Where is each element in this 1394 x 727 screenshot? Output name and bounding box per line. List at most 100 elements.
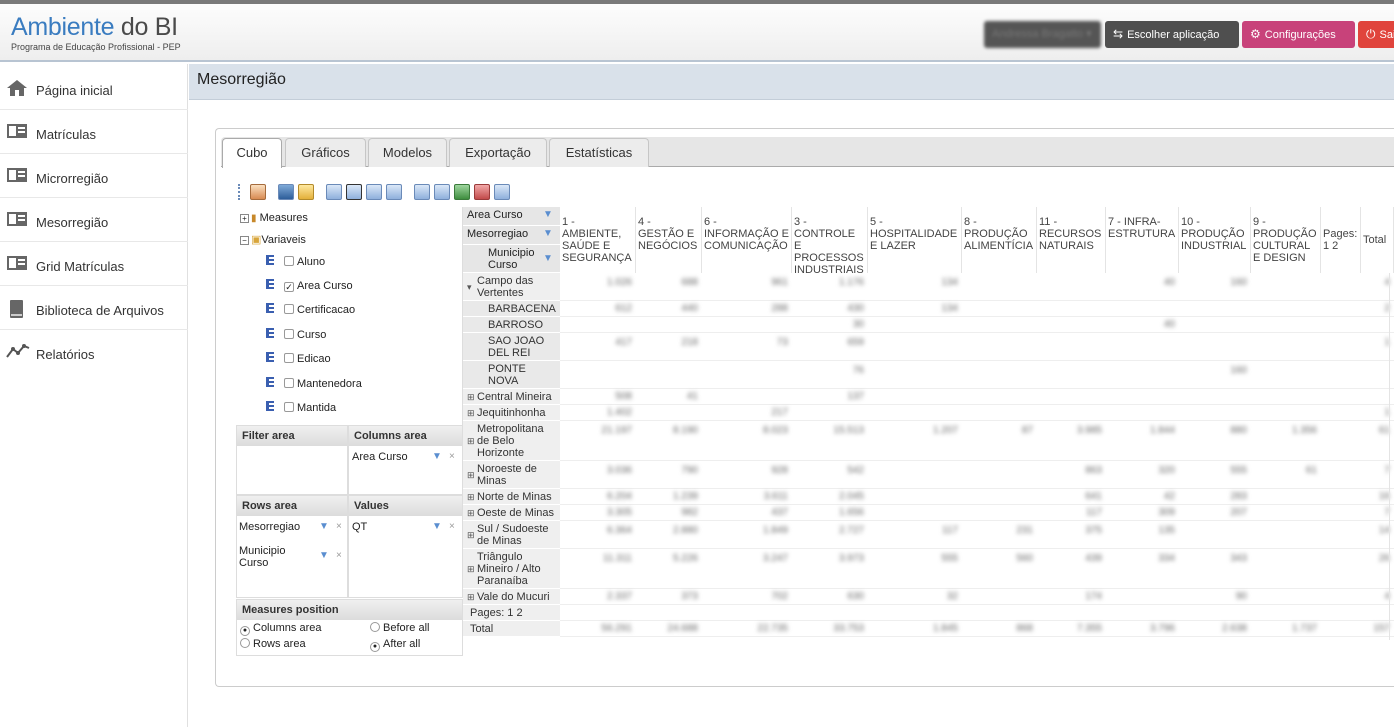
value-cell[interactable]: 14 (1361, 525, 1390, 536)
filter-icon[interactable]: ▼ (319, 550, 329, 562)
radio[interactable] (370, 622, 380, 632)
field-checkbox[interactable] (284, 329, 294, 339)
table-view-icon[interactable] (386, 184, 402, 200)
value-cell[interactable]: 1.239 (636, 491, 698, 502)
radio-columns-area[interactable]: ● Columns area (240, 622, 321, 636)
radio-selected[interactable]: ● (370, 642, 380, 652)
value-cell[interactable]: 3.611 (702, 491, 788, 502)
expand-icon[interactable]: ⊞ (467, 563, 475, 575)
value-cell[interactable]: 1.356 (1251, 425, 1317, 436)
value-cell[interactable]: 76 (792, 365, 864, 376)
value-cell[interactable]: 375 (1037, 525, 1102, 536)
value-cell[interactable]: 1 (1361, 407, 1390, 418)
column-header[interactable]: 9 - PRODUÇÃO CULTURAL E DESIGN (1251, 207, 1321, 273)
swap-axes-icon[interactable] (434, 184, 450, 200)
value-cell[interactable]: 1.849 (702, 525, 788, 536)
row-header[interactable]: ⊞ Metropolitana de Belo Horizonte (463, 421, 560, 461)
row-header[interactable]: ⊞ Triângulo Mineiro / Alto Paranaíba (463, 549, 560, 589)
tree-field-edicao[interactable]: Edicao (266, 352, 331, 365)
tree-variables[interactable]: − ▣Variaveis (240, 233, 306, 246)
rows-chip-municipio[interactable]: Municipio Curso ▼ × (239, 545, 342, 573)
value-cell[interactable]: 555 (868, 553, 958, 564)
dim-municipio-curso[interactable]: Municipio Curso ▼ (463, 245, 560, 273)
value-cell[interactable]: 134 (868, 303, 958, 314)
value-cell[interactable]: 440 (636, 303, 698, 314)
value-cell[interactable]: 174 (1037, 591, 1102, 602)
expand-icon[interactable]: ⊞ (467, 469, 475, 481)
filter-area[interactable]: Filter area (236, 425, 348, 495)
value-cell[interactable]: 641 (1037, 491, 1102, 502)
tab-graficos[interactable]: Gráficos (285, 138, 366, 167)
tree-field-mantida[interactable]: Mantida (266, 401, 336, 414)
column-header[interactable]: 8 - PRODUÇÃO ALIMENTÍCIA (962, 207, 1037, 273)
column-header[interactable]: Pages: 1 2 (1321, 207, 1361, 273)
value-cell[interactable]: 26 (1361, 553, 1390, 564)
value-cell[interactable]: 1.402 (560, 407, 632, 418)
column-header[interactable]: 10 - PRODUÇÃO INDUSTRIAL (1179, 207, 1251, 273)
tree-measures[interactable]: + ▮ Measures (240, 212, 308, 224)
value-cell[interactable]: 790 (636, 465, 698, 476)
value-cell[interactable]: 40 (1106, 319, 1175, 330)
expand-icon[interactable]: ⊞ (467, 491, 475, 503)
value-cell[interactable]: 2.638 (1179, 623, 1247, 634)
value-cell[interactable]: 688 (636, 277, 698, 288)
sidebar-item-relatorios[interactable]: Relatórios (0, 330, 188, 374)
row-total[interactable]: Total (463, 621, 560, 637)
tree-field-certificacao[interactable]: Certificacao (266, 303, 355, 316)
radio-after-all[interactable]: ● After all (370, 638, 420, 652)
expand-icon[interactable]: ⊞ (467, 507, 475, 519)
radio-before-all[interactable]: Before all (370, 622, 429, 634)
value-cell[interactable]: 2.727 (792, 525, 864, 536)
expand-icon[interactable]: ⊞ (467, 435, 475, 447)
value-cell[interactable]: 1 (1361, 337, 1390, 348)
value-cell[interactable]: 33.753 (792, 623, 864, 634)
value-cell[interactable]: 343 (1179, 553, 1247, 564)
value-cell[interactable]: 11.311 (560, 553, 632, 564)
filter-icon[interactable]: ▼ (432, 521, 442, 532)
value-cell[interactable]: 7 (1361, 465, 1390, 476)
value-cell[interactable]: 160 (1179, 365, 1247, 376)
expand-icon[interactable]: + (240, 214, 249, 223)
choose-app-button[interactable]: ⇆ Escolher aplicação (1105, 21, 1239, 48)
value-cell[interactable]: 417 (560, 337, 632, 348)
value-cell[interactable]: 320 (1106, 465, 1175, 476)
tab-cubo[interactable]: Cubo (222, 138, 282, 168)
collapse-icon[interactable]: ▾ (467, 281, 472, 293)
value-cell[interactable]: 87 (962, 425, 1033, 436)
radio-selected[interactable]: ● (240, 626, 250, 636)
value-cell[interactable]: 7.355 (1037, 623, 1102, 634)
sidebar-item-mesorregiao[interactable]: Mesorregião (0, 198, 188, 242)
add-filter-icon[interactable] (454, 184, 470, 200)
value-cell[interactable]: 30 (792, 319, 864, 330)
radio[interactable] (240, 638, 250, 648)
row-header[interactable]: BARBACENA (463, 301, 560, 317)
value-cell[interactable]: 4 (1361, 277, 1390, 288)
value-cell[interactable]: 2.337 (560, 591, 632, 602)
column-header[interactable]: 1 - AMBIENTE, SAÚDE E SEGURANÇA (560, 207, 636, 273)
value-cell[interactable]: 3.985 (1037, 425, 1102, 436)
value-cell[interactable]: 928 (702, 465, 788, 476)
value-cell[interactable]: 56.291 (560, 623, 632, 634)
value-cell[interactable]: 612 (560, 303, 632, 314)
value-cell[interactable]: 41 (636, 391, 698, 402)
value-cell[interactable]: 61 (1251, 465, 1317, 476)
expand-icon[interactable]: ⊞ (467, 529, 475, 541)
value-cell[interactable]: 3.796 (1106, 623, 1175, 634)
value-cell[interactable]: 8.023 (702, 425, 788, 436)
expand-icon[interactable]: ⊞ (467, 591, 475, 603)
value-cell[interactable]: 508 (560, 391, 632, 402)
column-header[interactable]: 6 - INFORMAÇÃO E COMUNICAÇÃO (702, 207, 792, 273)
value-cell[interactable]: 117 (868, 525, 958, 536)
row-header[interactable]: ⊞ Vale do Mucuri (463, 589, 560, 605)
value-cell[interactable]: 157 (1361, 623, 1390, 634)
value-cell[interactable]: 6.364 (560, 525, 632, 536)
value-cell[interactable]: 16 (1361, 491, 1390, 502)
value-cell[interactable]: 1.026 (560, 277, 632, 288)
value-cell[interactable]: 439 (1037, 553, 1102, 564)
value-cell[interactable]: 542 (792, 465, 864, 476)
tree-field-area-curso[interactable]: ✓ Area Curso (266, 279, 353, 292)
value-cell[interactable]: 288 (702, 303, 788, 314)
value-cell[interactable]: 207 (1179, 507, 1247, 518)
chart-wizard-icon[interactable] (250, 184, 266, 200)
row-header[interactable]: ⊞ Jequitinhonha (463, 405, 560, 421)
